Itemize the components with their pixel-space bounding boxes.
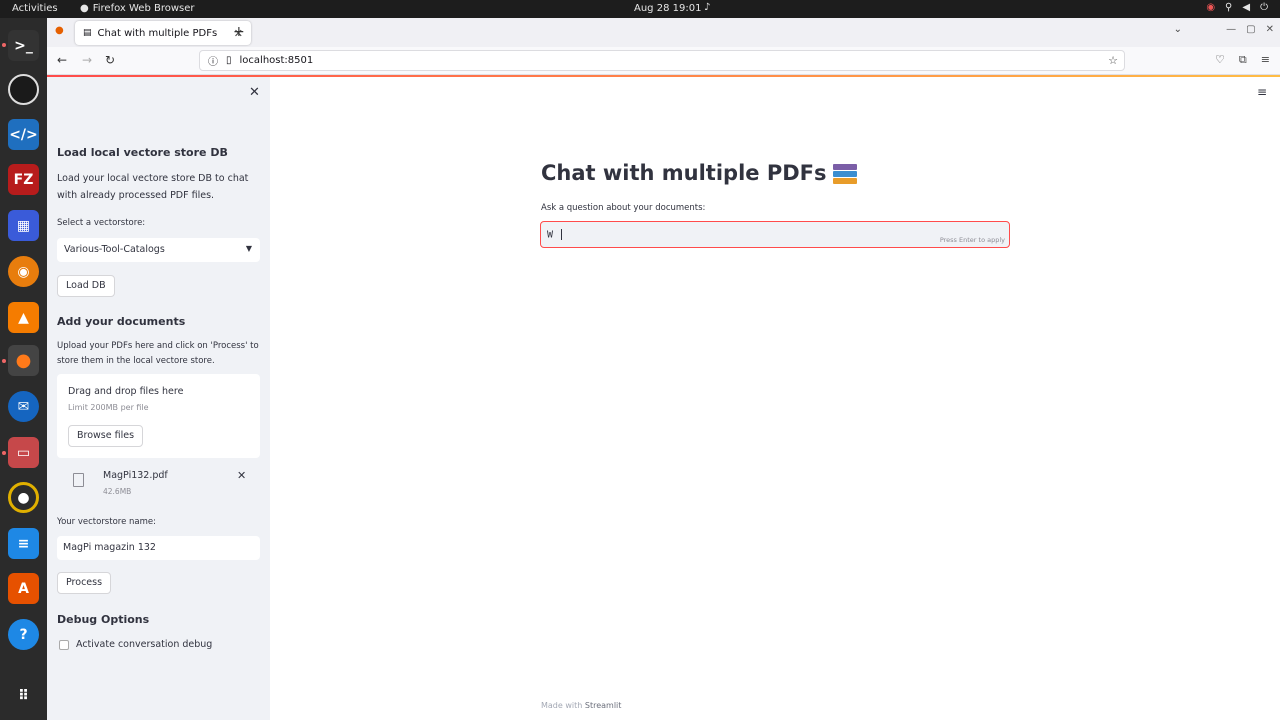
- application-dock: >_ </> FZ ▦ ◉ ▲ ● ✉ ▭ ● ≡ A ? ⠿: [0, 18, 47, 720]
- books-favicon-icon: ▤: [83, 28, 92, 38]
- add-documents-description: Upload your PDFs here and click on 'Proc…: [57, 341, 259, 366]
- load-db-heading: Load local vectore store DB: [57, 146, 228, 159]
- help-icon[interactable]: ?: [8, 619, 39, 650]
- url-bar[interactable]: ⓘ ▯ localhost:8501 ☆: [199, 50, 1125, 71]
- system-tray[interactable]: ◉ ⚲ ◀ ⏻: [1206, 2, 1268, 13]
- network-icon: ⚲: [1225, 2, 1233, 13]
- navigation-bar: ← → ↻ ⓘ ▯ localhost:8501 ☆ ♡ ⧉ ≡: [47, 47, 1280, 75]
- file-icon: [73, 473, 84, 487]
- page-title-text: Chat with multiple PDFs: [541, 161, 827, 185]
- minimize-icon[interactable]: —: [1226, 24, 1236, 35]
- process-button[interactable]: Process: [57, 572, 112, 594]
- dropzone-title: Drag and drop files here: [68, 386, 184, 397]
- firefox-view-icon[interactable]: ●: [55, 25, 64, 36]
- filezilla-icon[interactable]: FZ: [8, 164, 39, 195]
- chevron-down-icon: ▼: [245, 244, 252, 253]
- blender-icon[interactable]: ◉: [8, 256, 39, 287]
- app-name: Firefox Web Browser: [92, 3, 195, 14]
- remove-file-icon[interactable]: ✕: [237, 469, 246, 482]
- toolbar-buttons: ♡ ⧉ ≡: [1215, 53, 1270, 67]
- add-documents-heading: Add your documents: [57, 315, 186, 328]
- power-icon: ⏻: [1260, 2, 1268, 13]
- files-icon[interactable]: ▭: [8, 437, 39, 468]
- screenshot-icon[interactable]: ▦: [8, 210, 39, 241]
- maximize-icon[interactable]: ▢: [1246, 24, 1255, 35]
- press-enter-hint: Press Enter to apply: [939, 236, 1005, 244]
- file-size: 42.6MB: [103, 487, 132, 496]
- footer: Made with Streamlit: [541, 701, 621, 710]
- thunderbird-icon[interactable]: ✉: [8, 391, 39, 422]
- vscode-icon[interactable]: </>: [8, 119, 39, 150]
- load-db-description: Load your local vectore store DB to chat…: [57, 173, 249, 201]
- tab-chat-pdfs[interactable]: ▤ Chat with multiple PDFs ✕: [75, 21, 251, 45]
- vectorstore-name-input[interactable]: MagPi magazin 132: [57, 536, 260, 560]
- sidebar: ✕ Load local vectore store DB Load your …: [47, 77, 270, 720]
- new-tab-button[interactable]: +: [233, 24, 245, 40]
- load-db-button[interactable]: Load DB: [57, 275, 115, 297]
- question-label: Ask a question about your documents:: [541, 203, 706, 213]
- question-input[interactable]: W Press Enter to apply: [540, 221, 1010, 248]
- terminal-icon[interactable]: >_: [8, 30, 39, 61]
- close-sidebar-icon[interactable]: ✕: [249, 85, 260, 100]
- firefox-dock-icon[interactable]: ●: [8, 345, 39, 376]
- main-menu-icon[interactable]: ≡: [1257, 85, 1267, 99]
- site-info-icon[interactable]: ⓘ: [208, 53, 218, 68]
- vlc-icon[interactable]: ▲: [8, 302, 39, 333]
- close-window-icon[interactable]: ✕: [1266, 24, 1274, 35]
- page-icon: ▯: [226, 55, 232, 66]
- debug-checkbox-row[interactable]: Activate conversation debug: [59, 639, 212, 650]
- obs-icon[interactable]: [8, 74, 39, 105]
- tab-strip: ● ▤ Chat with multiple PDFs ✕ + ⌄ — ▢ ✕: [47, 18, 1280, 47]
- file-name: MagPi132.pdf: [103, 470, 168, 481]
- debug-options-heading: Debug Options: [57, 613, 150, 626]
- app-menu[interactable]: ● Firefox Web Browser: [80, 3, 195, 14]
- tab-title: Chat with multiple PDFs: [97, 27, 218, 39]
- list-all-tabs-icon[interactable]: ⌄: [1174, 24, 1182, 35]
- bookmark-star-icon[interactable]: ☆: [1108, 54, 1118, 67]
- show-apps-icon[interactable]: ⠿: [8, 680, 39, 711]
- update-icon: ◉: [1206, 2, 1216, 13]
- url-text: localhost:8501: [239, 55, 314, 66]
- question-input-value: W: [547, 229, 554, 241]
- hamburger-menu-icon[interactable]: ≡: [1261, 53, 1270, 67]
- pocket-icon[interactable]: ♡: [1215, 53, 1225, 67]
- vectorstore-select[interactable]: Various-Tool-Catalogs ▼: [57, 238, 260, 262]
- file-dropzone[interactable]: Drag and drop files here Limit 200MB per…: [57, 374, 260, 458]
- books-icon: [832, 162, 857, 184]
- back-arrow-icon[interactable]: ←: [57, 53, 67, 67]
- footer-prefix: Made with: [541, 701, 583, 710]
- firefox-icon: ●: [80, 3, 89, 14]
- rhythmbox-icon[interactable]: ●: [8, 482, 39, 513]
- vectorstore-select-value: Various-Tool-Catalogs: [64, 244, 165, 255]
- page-title: Chat with multiple PDFs: [541, 161, 857, 185]
- forward-arrow-icon[interactable]: →: [82, 53, 92, 67]
- streamlit-link[interactable]: Streamlit: [585, 701, 622, 710]
- vectorstore-name-label: Your vectorstore name:: [57, 517, 156, 527]
- system-top-bar: Activities ● Firefox Web Browser Aug 28 …: [0, 0, 1280, 18]
- clock[interactable]: Aug 28 19:01: [634, 3, 701, 14]
- reload-icon[interactable]: ↻: [105, 53, 115, 67]
- bell-icon: ♪: [704, 2, 711, 13]
- extensions-icon[interactable]: ⧉: [1239, 53, 1247, 67]
- debug-checkbox-label: Activate conversation debug: [76, 639, 213, 650]
- software-center-icon[interactable]: A: [8, 573, 39, 604]
- window-controls: — ▢ ✕: [1226, 24, 1274, 35]
- text-cursor: [561, 229, 563, 240]
- debug-checkbox[interactable]: [59, 639, 69, 650]
- dropzone-limit: Limit 200MB per file: [68, 403, 149, 412]
- activities-button[interactable]: Activities: [12, 3, 58, 14]
- writer-icon[interactable]: ≡: [8, 528, 39, 559]
- uploaded-file: MagPi132.pdf 42.6MB ✕: [57, 463, 260, 499]
- volume-icon: ◀: [1242, 2, 1251, 13]
- select-vectorstore-label: Select a vectorstore:: [57, 218, 146, 228]
- browse-files-button[interactable]: Browse files: [68, 425, 144, 447]
